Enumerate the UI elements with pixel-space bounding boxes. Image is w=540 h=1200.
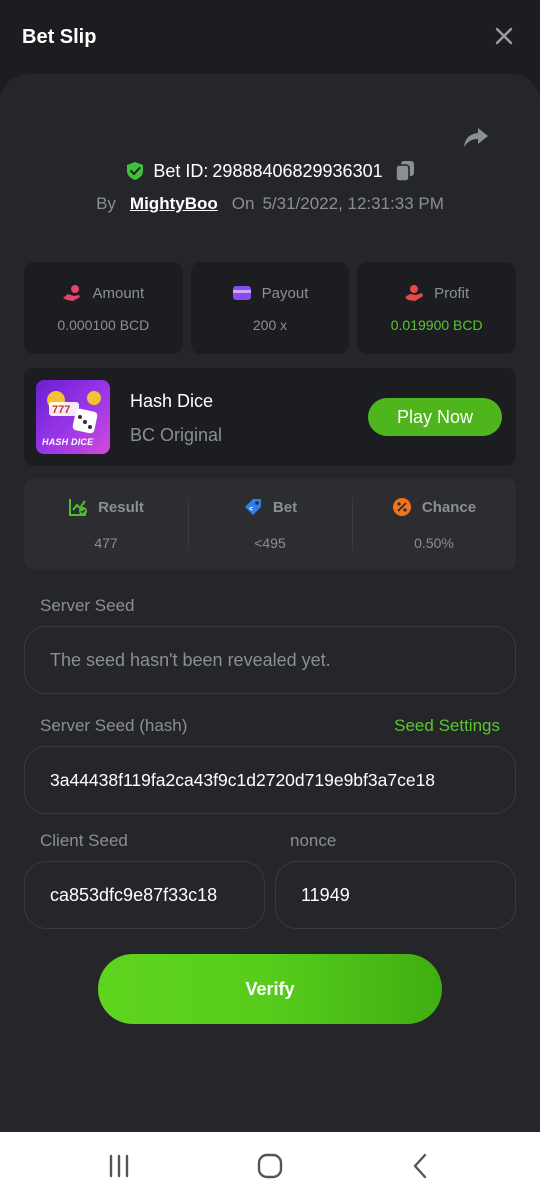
card-icon — [232, 286, 251, 300]
home-icon[interactable] — [255, 1151, 285, 1181]
share-icon[interactable] — [462, 124, 490, 152]
server-hash-label: Server Seed (hash) — [40, 716, 188, 735]
result-value: 477 — [94, 535, 118, 551]
result-cell: Result 477 — [24, 478, 188, 570]
bet-value: <495 — [254, 535, 286, 551]
game-card: 777 HASH DICE Hash Dice BC Original Play… — [24, 368, 516, 466]
close-icon[interactable] — [492, 24, 516, 48]
game-thumb-text: HASH DICE — [42, 437, 94, 447]
play-now-button[interactable]: Play Now — [368, 398, 502, 436]
game-thumbnail: 777 HASH DICE — [36, 380, 110, 454]
profit-label: Profit — [434, 284, 470, 302]
bet-label: Bet — [272, 498, 298, 516]
bet-meta-row: By MightyBoo On 5/31/2022, 12:31:33 PM — [0, 194, 540, 214]
shield-check-icon — [127, 162, 144, 180]
nonce-field[interactable]: 11949 — [275, 861, 516, 929]
amount-label: Amount — [92, 284, 145, 302]
page-title: Bet Slip — [22, 26, 97, 48]
username-link[interactable]: MightyBoo — [130, 194, 218, 214]
by-label: By — [96, 194, 116, 213]
coins-hand-icon — [63, 285, 81, 301]
stat-profit: Profit 0.019900 BCD — [357, 262, 517, 354]
server-seed-label: Server Seed — [40, 596, 135, 615]
payout-label: Payout — [261, 284, 309, 302]
server-hash-field[interactable]: 3a44438f119fa2ca43f9c1d2720d719e9bf3a7ce… — [24, 746, 516, 814]
svg-text:<: < — [249, 506, 253, 513]
chance-cell: Chance 0.50% — [352, 478, 516, 570]
amount-value: 0.000100 BCD — [57, 317, 150, 333]
bet-cell: < Bet <495 — [188, 478, 352, 570]
chance-label: Chance — [421, 498, 477, 516]
seed-settings-link[interactable]: Seed Settings — [394, 716, 500, 736]
payout-value: 200 x — [252, 317, 288, 333]
chance-value: 0.50% — [414, 535, 454, 551]
game-name: Hash Dice — [130, 391, 214, 411]
server-seed-field[interactable]: The seed hasn't been revealed yet. — [24, 626, 516, 694]
bet-datetime: 5/31/2022, 12:31:33 PM — [262, 194, 444, 213]
nonce-label: nonce — [290, 831, 337, 850]
client-seed-label: Client Seed — [40, 831, 128, 850]
client-seed-field[interactable]: ca853dfc9e87f33c18 — [24, 861, 265, 929]
result-label: Result — [98, 498, 144, 516]
profit-value: 0.019900 BCD — [390, 317, 483, 333]
bet-slip-sheet: Bet ID: 29888406829936301 By MightyBoo O… — [0, 74, 540, 1132]
hand-coin-icon — [405, 285, 424, 301]
recent-apps-icon[interactable] — [104, 1151, 134, 1181]
bet-stats: Amount 0.000100 BCD Payout 200 x Profit — [24, 262, 517, 354]
back-icon[interactable] — [406, 1151, 436, 1181]
copy-icon[interactable] — [394, 160, 415, 182]
bet-id-row: Bet ID: 29888406829936301 — [0, 160, 540, 182]
tag-icon: < — [244, 499, 261, 515]
percent-icon — [392, 498, 411, 516]
system-nav-bar — [0, 1132, 540, 1200]
stat-amount: Amount 0.000100 BCD — [24, 262, 183, 354]
bet-id-label: Bet ID: — [153, 160, 209, 181]
bet-results: Result 477 < Bet <495 Chance 0.50% — [24, 478, 516, 570]
bet-id-value: 29888406829936301 — [212, 160, 383, 181]
verify-button[interactable]: Verify — [98, 954, 442, 1024]
game-subtitle: BC Original — [130, 425, 223, 445]
stat-payout: Payout 200 x — [190, 262, 350, 354]
on-label: On — [231, 194, 255, 213]
svg-text:777: 777 — [52, 404, 70, 416]
top-bar: Bet Slip — [0, 0, 540, 74]
chart-check-icon — [69, 499, 88, 516]
